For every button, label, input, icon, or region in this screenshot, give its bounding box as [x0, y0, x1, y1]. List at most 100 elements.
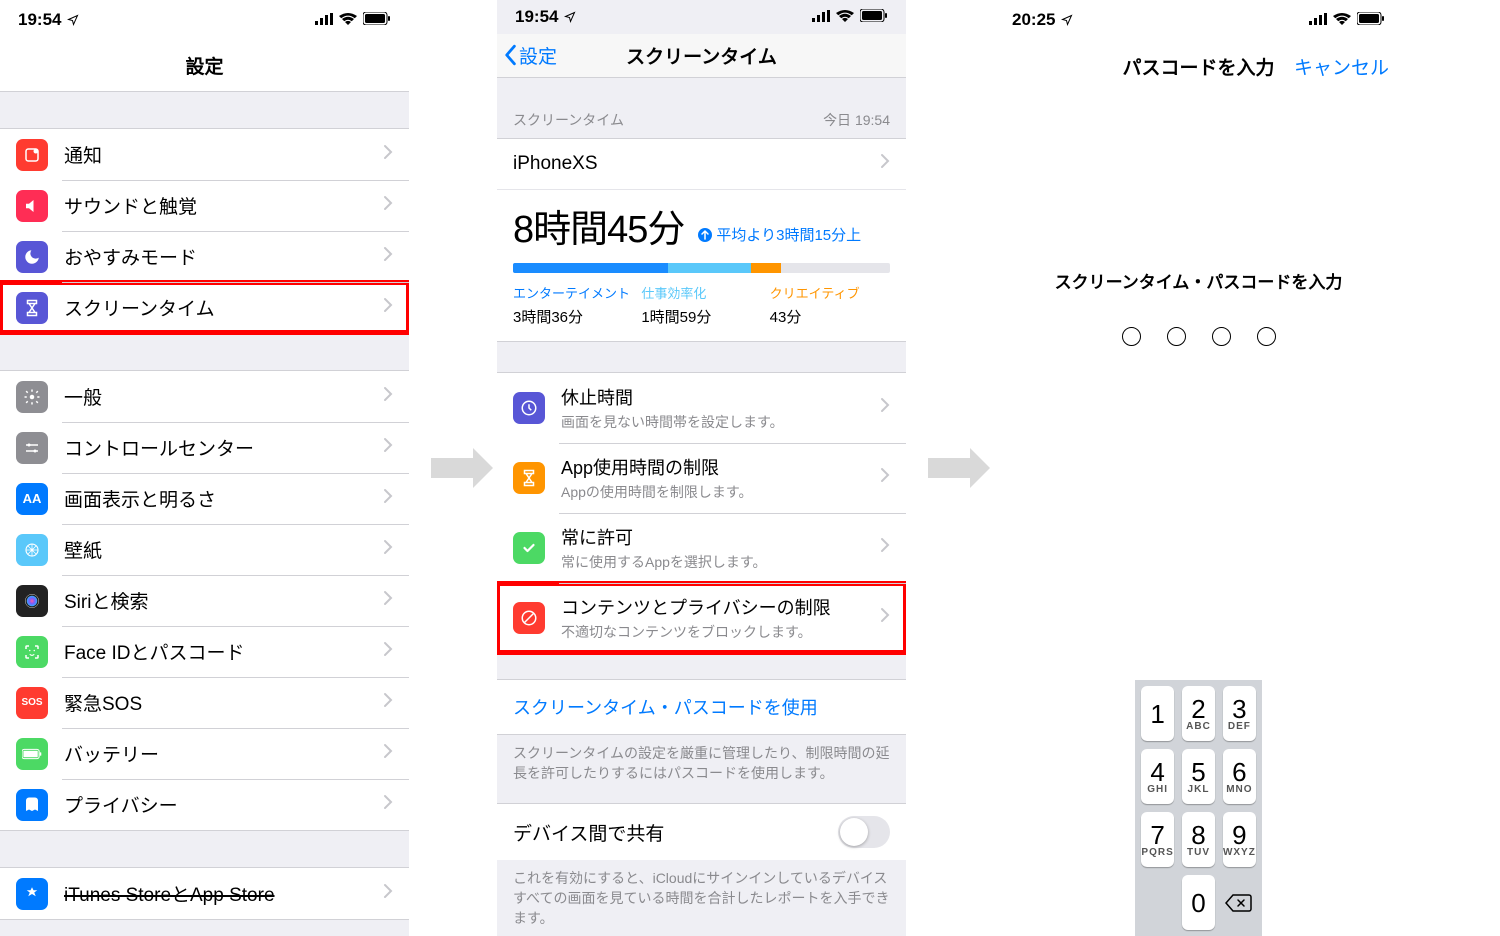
settings-row-wallpaper[interactable]: 壁紙	[0, 524, 409, 575]
passcode-dot	[1212, 327, 1231, 346]
keypad-1[interactable]: 1	[1141, 686, 1174, 741]
use-passcode-link[interactable]: スクリーンタイム・パスコードを使用	[497, 679, 906, 735]
flow-arrow	[906, 0, 994, 936]
settings-row-sounds[interactable]: サウンドと触覚	[0, 180, 409, 231]
status-bar: 20:25	[994, 0, 1403, 40]
arrow-right-icon	[431, 458, 475, 478]
keypad-4[interactable]: 4GHI	[1141, 749, 1174, 804]
chevron-right-icon	[383, 297, 393, 318]
settings-row-faceid[interactable]: Face IDとパスコード	[0, 626, 409, 677]
key-letters: PQRS	[1141, 847, 1173, 858]
key-letters: DEF	[1228, 721, 1251, 732]
chevron-right-icon	[383, 195, 393, 216]
chevron-right-icon	[383, 144, 393, 165]
wifi-icon	[339, 10, 357, 30]
keypad-7[interactable]: 7PQRS	[1141, 812, 1174, 867]
nav-bar: 設定	[0, 40, 409, 92]
page-title: 設定	[185, 52, 223, 79]
keypad-2[interactable]: 2ABC	[1182, 686, 1215, 741]
row-label: プライバシー	[64, 791, 383, 818]
signal-icon	[812, 7, 830, 27]
usage-card: iPhoneXS 8時間45分 平均より3時間15分上 エンターテイメント3時間…	[497, 138, 906, 342]
row-label: Siriと検索	[64, 587, 383, 614]
keypad-9[interactable]: 9WXYZ	[1223, 812, 1256, 867]
arrow-right-icon	[928, 458, 972, 478]
notifications-icon	[16, 139, 48, 171]
delta-text: 平均より3時間15分上	[716, 224, 861, 245]
section-timestamp: 今日 19:54	[823, 110, 890, 130]
settings-screen: 19:54 設定 通知サウンドと触覚おやすみモードスクリーンタイム 一般コントロ…	[0, 0, 409, 936]
section-label: スクリーンタイム	[513, 110, 624, 130]
siri-icon	[16, 585, 48, 617]
chevron-right-icon	[383, 386, 393, 407]
key-number: 1	[1150, 701, 1164, 727]
share-toggle[interactable]	[838, 816, 890, 848]
device-row[interactable]: iPhoneXS	[497, 139, 906, 190]
passcode-dot	[1167, 327, 1186, 346]
option-subtitle: Appの使用時間を制限します。	[561, 482, 880, 502]
link-label: スクリーンタイム・パスコードを使用	[513, 698, 818, 718]
sos-icon: SOS	[16, 687, 48, 719]
nav-bar: パスコードを入力 キャンセル	[994, 40, 1403, 92]
chevron-right-icon	[880, 607, 890, 628]
usage-bar	[513, 263, 890, 273]
back-label: 設定	[519, 42, 557, 69]
settings-row-appstore[interactable]: iTunes StoreとApp Store	[0, 868, 409, 919]
settings-row-notifications[interactable]: 通知	[0, 129, 409, 180]
content-privacy-icon	[513, 602, 545, 634]
cat-name: クリエイティブ	[770, 283, 890, 302]
page-title: スクリーンタイム	[626, 42, 777, 69]
location-icon	[1061, 14, 1073, 26]
key-number: 2	[1191, 696, 1205, 722]
settings-row-dnd[interactable]: おやすみモード	[0, 231, 409, 282]
passcode-dot	[1257, 327, 1276, 346]
option-title: 休止時間	[561, 384, 880, 410]
key-letters: WXYZ	[1223, 847, 1256, 858]
settings-row-display[interactable]: AA画面表示と明るさ	[0, 473, 409, 524]
keypad-5[interactable]: 5JKL	[1182, 749, 1215, 804]
device-name: iPhoneXS	[513, 153, 598, 175]
wifi-icon	[836, 7, 854, 27]
share-across-devices-row[interactable]: デバイス間で共有	[497, 803, 906, 860]
settings-row-privacy[interactable]: プライバシー	[0, 779, 409, 830]
key-number: 3	[1232, 696, 1246, 722]
settings-row-siri[interactable]: Siriと検索	[0, 575, 409, 626]
row-label: コントロールセンター	[64, 434, 383, 461]
always-allowed-icon	[513, 532, 545, 564]
screentime-option-content-privacy[interactable]: コンテンツとプライバシーの制限不適切なコンテンツをブロックします。	[497, 583, 906, 653]
back-button[interactable]: 設定	[503, 42, 557, 69]
keypad-6[interactable]: 6MNO	[1223, 749, 1256, 804]
chevron-right-icon	[383, 590, 393, 611]
page-title: パスコードを入力	[1122, 53, 1274, 80]
settings-row-battery[interactable]: バッテリー	[0, 728, 409, 779]
settings-row-sos[interactable]: SOS 緊急SOS	[0, 677, 409, 728]
settings-row-general[interactable]: 一般	[0, 371, 409, 422]
row-label: 一般	[64, 383, 383, 410]
row-label: 緊急SOS	[64, 689, 383, 716]
chevron-right-icon	[383, 437, 393, 458]
keypad-0[interactable]: 0	[1182, 875, 1215, 930]
screentime-option-always-allowed[interactable]: 常に許可常に使用するAppを選択します。	[497, 513, 906, 583]
key-letters: ABC	[1186, 721, 1211, 732]
keypad-8[interactable]: 8TUV	[1182, 812, 1215, 867]
passcode-note: スクリーンタイムの設定を厳重に管理したり、制限時間の延長を許可したりするにはパス…	[497, 735, 906, 791]
key-letters: GHI	[1147, 784, 1168, 795]
settings-row-screentime[interactable]: スクリーンタイム	[0, 282, 409, 333]
sounds-icon	[16, 190, 48, 222]
screentime-option-downtime[interactable]: 休止時間画面を見ない時間帯を設定します。	[497, 373, 906, 443]
keypad-delete[interactable]	[1223, 875, 1256, 930]
screentime-screen: 19:54 設定 スクリーンタイム スクリーンタイム 今日 19:54 iPho…	[497, 0, 906, 936]
row-label: 通知	[64, 141, 383, 168]
backspace-icon	[1225, 893, 1253, 913]
status-time: 19:54	[18, 10, 61, 30]
passcode-dots	[1122, 327, 1276, 346]
screentime-option-app-limits[interactable]: App使用時間の制限Appの使用時間を制限します。	[497, 443, 906, 513]
cancel-button[interactable]: キャンセル	[1294, 53, 1389, 80]
keypad-3[interactable]: 3DEF	[1223, 686, 1256, 741]
key-number: 5	[1191, 759, 1205, 785]
key-number: 8	[1191, 822, 1205, 848]
key-letters: MNO	[1226, 784, 1252, 795]
key-number: 6	[1232, 759, 1246, 785]
settings-row-control-center[interactable]: コントロールセンター	[0, 422, 409, 473]
status-bar: 19:54	[0, 0, 409, 40]
